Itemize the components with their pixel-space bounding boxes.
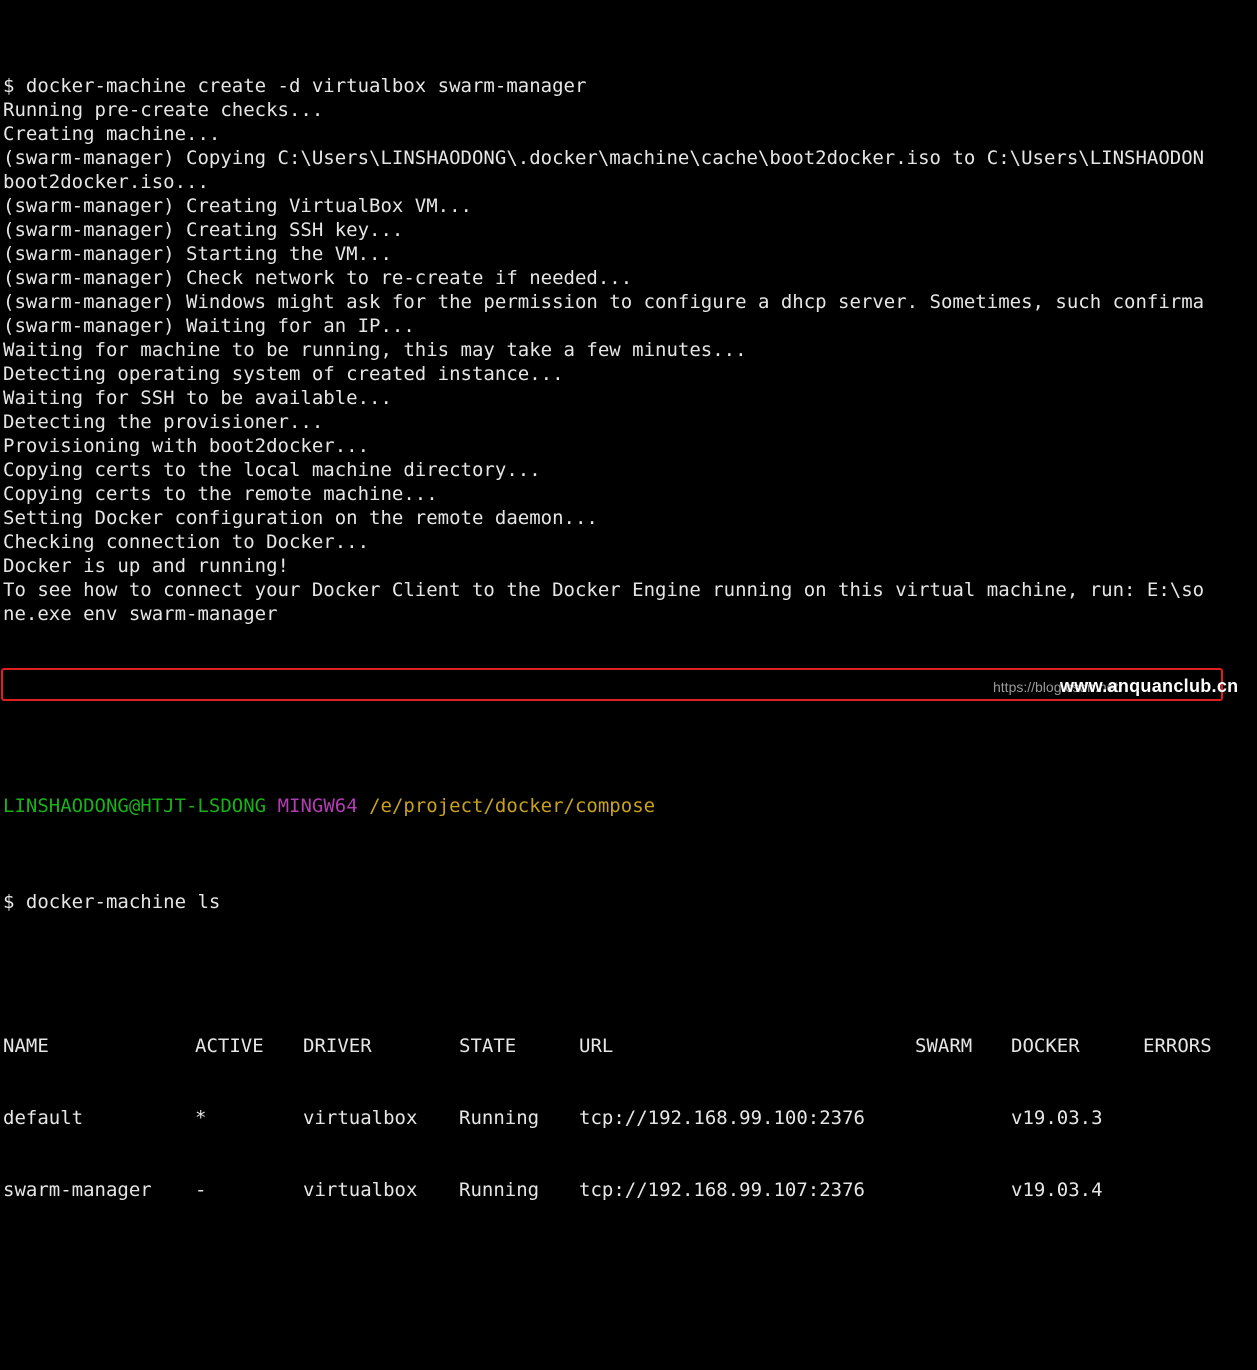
row-docker: v19.03.3 xyxy=(1011,1107,1103,1129)
row-active: * xyxy=(195,1107,207,1129)
terminal-output-line: (swarm-manager) Copying C:\Users\LINSHAO… xyxy=(3,147,1205,169)
table-row: default * virtualbox Running tcp://192.1… xyxy=(3,1106,1257,1130)
create-output: $ docker-machine create -d virtualbox sw… xyxy=(3,74,1257,626)
row-driver: virtualbox xyxy=(303,1107,418,1129)
header-url: URL xyxy=(579,1035,614,1057)
terminal-output-line: (swarm-manager) Windows might ask for th… xyxy=(3,291,1205,313)
terminal-output-line: Setting Docker configuration on the remo… xyxy=(3,507,598,529)
header-name: NAME xyxy=(3,1035,49,1057)
terminal-output-line: Docker is up and running! xyxy=(3,555,289,577)
prompt-system: MINGW64 xyxy=(277,795,358,817)
row-docker: v19.03.4 xyxy=(1011,1179,1103,1201)
header-state: STATE xyxy=(459,1035,517,1057)
shell-prompt: LINSHAODONG@HTJT-LSDONG MINGW64 /e/proje… xyxy=(3,794,1257,818)
prompt-path: /e/project/docker/compose xyxy=(369,795,656,817)
row-name: swarm-manager xyxy=(3,1179,152,1201)
terminal-output-line: ne.exe env swarm-manager xyxy=(3,603,278,625)
prompt-user-host: LINSHAODONG@HTJT-LSDONG xyxy=(3,795,267,817)
header-active: ACTIVE xyxy=(195,1035,264,1057)
terminal-output-line: Checking connection to Docker... xyxy=(3,531,370,553)
ls-command-line: $ docker-machine ls xyxy=(3,891,221,913)
terminal-output-line: (swarm-manager) Waiting for an IP... xyxy=(3,315,415,337)
header-docker: DOCKER xyxy=(1011,1035,1080,1057)
row-state: Running xyxy=(459,1179,540,1201)
terminal-output-line: boot2docker.iso... xyxy=(3,171,209,193)
terminal-output-line: To see how to connect your Docker Client… xyxy=(3,579,1205,601)
terminal-output-line: Provisioning with boot2docker... xyxy=(3,435,370,457)
terminal-output-line: Waiting for machine to be running, this … xyxy=(3,339,747,361)
row-state: Running xyxy=(459,1107,540,1129)
row-url: tcp://192.168.99.100:2376 xyxy=(579,1107,865,1129)
terminal-output-line: (swarm-manager) Starting the VM... xyxy=(3,243,392,265)
header-swarm: SWARM xyxy=(915,1035,973,1057)
machine-list-table: NAME ACTIVE DRIVER STATE URL SWARM DOCKE… xyxy=(3,986,1257,1250)
terminal-output-line: Detecting operating system of created in… xyxy=(3,363,564,385)
terminal-output-line: Detecting the provisioner... xyxy=(3,411,324,433)
table-row-highlighted: swarm-manager - virtualbox Running tcp:/… xyxy=(3,1178,1257,1202)
table-header-row: NAME ACTIVE DRIVER STATE URL SWARM DOCKE… xyxy=(3,1034,1257,1058)
terminal-output-line: Waiting for SSH to be available... xyxy=(3,387,392,409)
row-name: default xyxy=(3,1107,84,1129)
terminal-output-line: Running pre-create checks... xyxy=(3,99,324,121)
header-errors: ERRORS xyxy=(1143,1035,1212,1057)
row-driver: virtualbox xyxy=(303,1179,418,1201)
header-driver: DRIVER xyxy=(303,1035,372,1057)
row-active: - xyxy=(195,1179,207,1201)
terminal-output-line: (swarm-manager) Creating VirtualBox VM..… xyxy=(3,195,472,217)
terminal-window[interactable]: $ docker-machine create -d virtualbox sw… xyxy=(3,2,1257,1298)
watermark: www.anquanclub.cn xyxy=(1060,676,1239,696)
terminal-output-line: (swarm-manager) Creating SSH key... xyxy=(3,219,404,241)
terminal-output-line: $ docker-machine create -d virtualbox sw… xyxy=(3,75,587,97)
terminal-output-line: Creating machine... xyxy=(3,123,221,145)
terminal-output-line: Copying certs to the remote machine... xyxy=(3,483,438,505)
row-url: tcp://192.168.99.107:2376 xyxy=(579,1179,865,1201)
terminal-output-line: Copying certs to the local machine direc… xyxy=(3,459,541,481)
terminal-output-line: (swarm-manager) Check network to re-crea… xyxy=(3,267,633,289)
